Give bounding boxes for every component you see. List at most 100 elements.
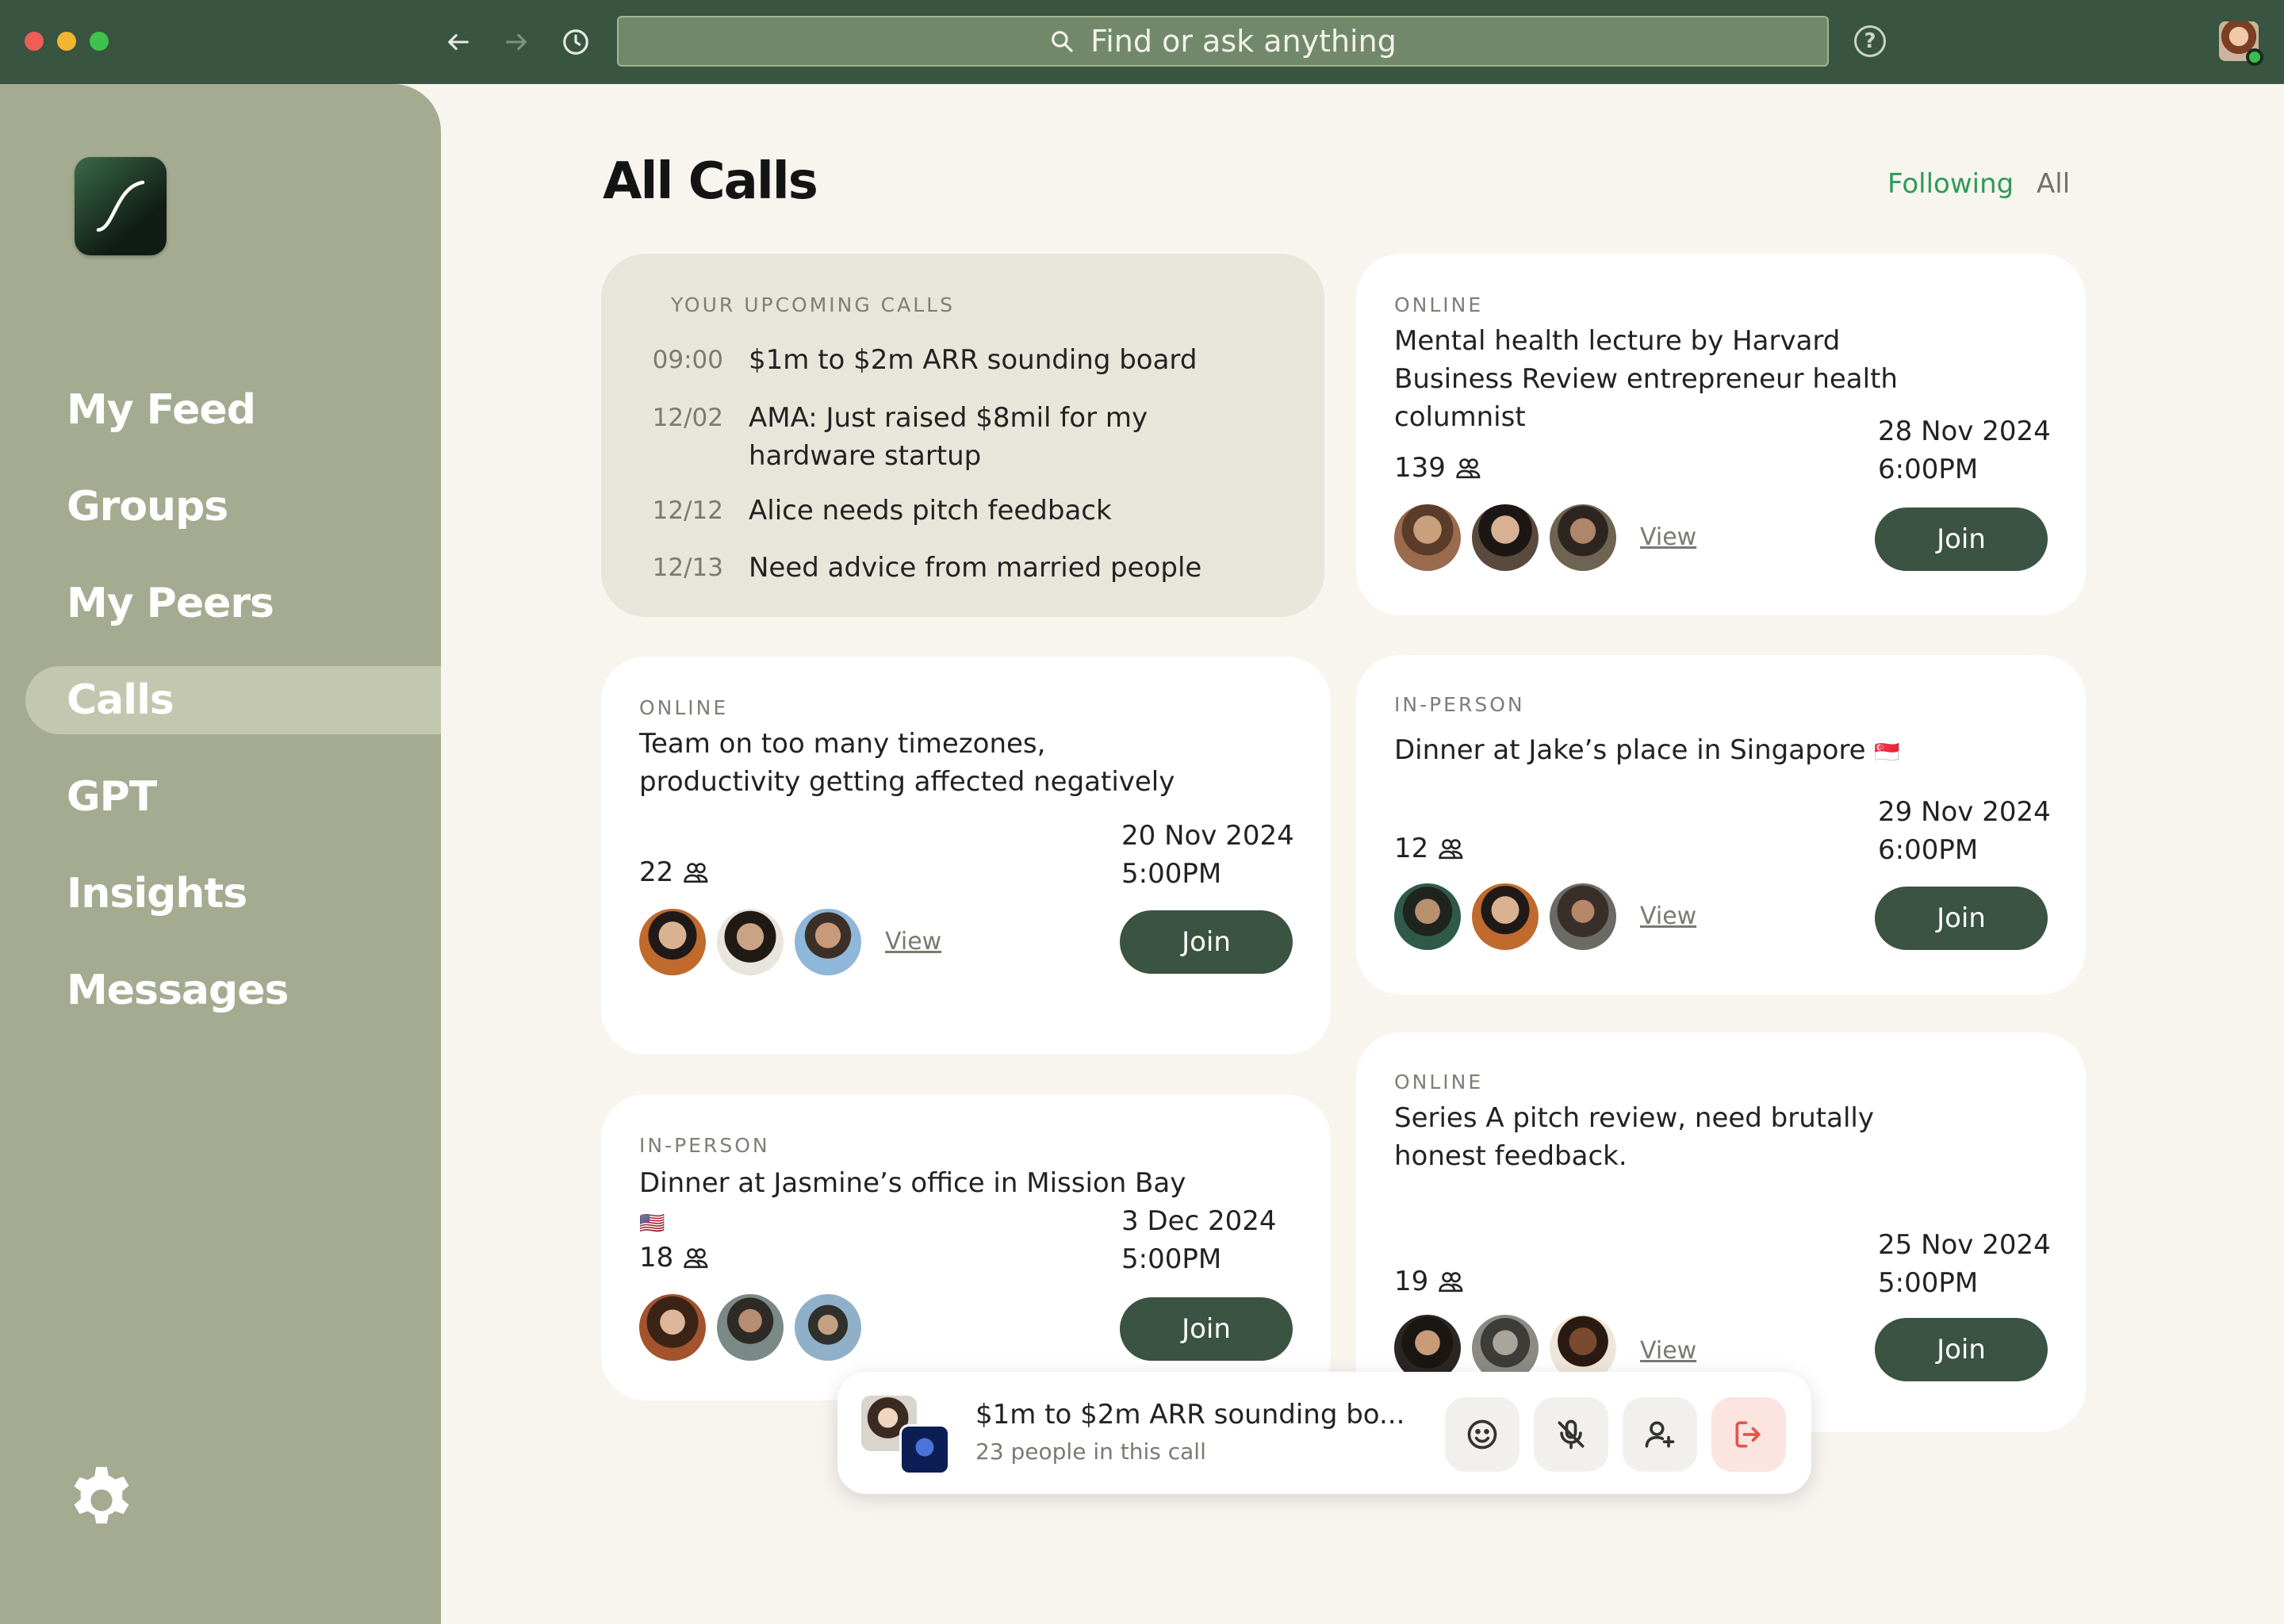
- sidebar-item-label: GPT: [67, 773, 157, 821]
- join-button[interactable]: Join: [1875, 887, 2048, 950]
- mic-off-icon: [1558, 1419, 1585, 1450]
- avatar[interactable]: [1550, 883, 1616, 950]
- attendee-count-value: 139: [1394, 452, 1446, 484]
- sidebar-item-insights[interactable]: Insights: [0, 845, 441, 942]
- call-date: 3 Dec 2024: [1121, 1205, 1277, 1237]
- people-icon: [684, 863, 708, 883]
- upcoming-call-item[interactable]: 12/12 Alice needs pitch feedback: [641, 492, 1275, 530]
- avatar[interactable]: [717, 1294, 784, 1361]
- leave-icon: [1735, 1421, 1761, 1448]
- avatar[interactable]: [717, 909, 784, 975]
- close-window-button[interactable]: [25, 32, 44, 51]
- invite-person-button[interactable]: [1623, 1397, 1697, 1472]
- mute-microphone-button[interactable]: [1534, 1397, 1608, 1472]
- avatar[interactable]: [795, 909, 861, 975]
- attendee-avatars: [1394, 883, 1616, 950]
- join-button[interactable]: Join: [1120, 910, 1293, 974]
- clock-icon: [563, 29, 588, 55]
- search-input[interactable]: Find or ask anything: [617, 16, 1829, 67]
- upcoming-call-item[interactable]: 12/02 AMA: Just raised $8mil for my hard…: [641, 399, 1212, 475]
- sidebar-item-my-peers[interactable]: My Peers: [0, 555, 441, 652]
- call-title-text: Dinner at Jake’s place in Singapore: [1394, 734, 1866, 766]
- call-date: 29 Nov 2024: [1878, 796, 2051, 828]
- avatar[interactable]: [639, 1294, 706, 1361]
- people-icon: [1439, 839, 1463, 860]
- view-link[interactable]: View: [1640, 902, 1696, 930]
- arrow-left-icon: [448, 33, 469, 51]
- forward-button[interactable]: [498, 24, 535, 60]
- upcoming-call-time: 12/02: [652, 404, 723, 432]
- avatar[interactable]: [795, 1294, 861, 1361]
- view-link[interactable]: View: [1640, 523, 1696, 551]
- upcoming-call-title: AMA: Just raised $8mil for my hardware s…: [749, 402, 1148, 472]
- add-person-icon: [1645, 1421, 1675, 1448]
- call-card: ONLINE Mental health lecture by Harvard …: [1356, 254, 2086, 615]
- sidebar-item-my-feed[interactable]: My Feed: [0, 362, 441, 458]
- call-time: 6:00PM: [1878, 454, 1979, 485]
- attendee-count: 22: [639, 856, 710, 888]
- sidebar-item-label: Messages: [67, 967, 289, 1014]
- page-title: All Calls: [603, 152, 818, 211]
- sidebar: My Feed Groups My Peers Calls GPT Insigh…: [0, 84, 441, 1624]
- upcoming-call-item[interactable]: 09:00 $1m to $2m ARR sounding board: [641, 341, 1275, 379]
- join-button[interactable]: Join: [1120, 1297, 1293, 1361]
- call-time: 5:00PM: [1121, 858, 1222, 890]
- back-button[interactable]: [440, 24, 477, 60]
- settings-button[interactable]: [63, 1461, 140, 1537]
- avatar[interactable]: [1394, 504, 1461, 571]
- attendee-count: 18: [639, 1242, 710, 1274]
- avatar[interactable]: [1550, 504, 1616, 571]
- attendee-avatars: [639, 909, 861, 975]
- sidebar-item-groups[interactable]: Groups: [0, 458, 441, 555]
- attendee-avatars: [1394, 504, 1616, 571]
- people-icon: [1456, 458, 1481, 479]
- sidebar-item-gpt[interactable]: GPT: [0, 749, 441, 845]
- filter-all-tab[interactable]: All: [2037, 168, 2070, 200]
- upcoming-call-item[interactable]: 12/13 Need advice from married people: [641, 549, 1275, 587]
- search-placeholder: Find or ask anything: [1090, 24, 1397, 59]
- upcoming-call-time: 12/13: [652, 553, 723, 582]
- call-card: ONLINE Team on too many timezones, produ…: [601, 657, 1331, 1055]
- view-link[interactable]: View: [885, 928, 941, 956]
- call-title: Team on too many timezones, productivity…: [639, 728, 1175, 798]
- minimize-window-button[interactable]: [57, 32, 76, 51]
- sidebar-item-label: Calls: [67, 676, 174, 724]
- logo-curve-icon: [96, 180, 145, 232]
- reaction-button[interactable]: [1445, 1397, 1519, 1472]
- active-call-bar[interactable]: $1m to $2m ARR sounding bo... 23 people …: [837, 1372, 1811, 1494]
- attendee-count: 12: [1394, 833, 1465, 864]
- call-type-tag: IN-PERSON: [1394, 693, 1525, 716]
- sidebar-item-messages[interactable]: Messages: [0, 942, 441, 1039]
- avatar[interactable]: [1472, 504, 1539, 571]
- sidebar-item-label: My Feed: [67, 386, 256, 434]
- view-link[interactable]: View: [1640, 1337, 1696, 1365]
- zoom-window-button[interactable]: [90, 32, 109, 51]
- sidebar-item-calls[interactable]: Calls: [0, 652, 441, 749]
- join-button[interactable]: Join: [1875, 508, 2048, 571]
- filter-following-tab[interactable]: Following: [1887, 168, 2014, 200]
- call-date: 28 Nov 2024: [1878, 416, 2051, 447]
- active-call-participants: 23 people in this call: [975, 1438, 1206, 1465]
- leave-call-button[interactable]: [1711, 1397, 1786, 1472]
- call-thumbnail-secondary: [899, 1424, 950, 1475]
- upcoming-call-title: Alice needs pitch feedback: [749, 495, 1112, 527]
- call-title: Series A pitch review, need brutally hon…: [1394, 1102, 1874, 1172]
- sidebar-nav: My Feed Groups My Peers Calls GPT Insigh…: [0, 362, 441, 1039]
- attendee-count: 139: [1394, 452, 1482, 484]
- search-icon: [1052, 31, 1073, 52]
- history-button[interactable]: [558, 24, 594, 60]
- call-date: 20 Nov 2024: [1121, 820, 1294, 852]
- call-title-text: Dinner at Jasmine’s office in Mission Ba…: [639, 1167, 1186, 1199]
- avatar[interactable]: [1472, 883, 1539, 950]
- call-type-tag: ONLINE: [1394, 293, 1484, 316]
- call-time: 5:00PM: [1121, 1243, 1222, 1275]
- sidebar-item-label: Insights: [67, 870, 247, 917]
- help-button[interactable]: ?: [1854, 25, 1886, 57]
- app-logo[interactable]: [75, 157, 167, 255]
- upcoming-call-time: 09:00: [652, 346, 723, 374]
- join-button[interactable]: Join: [1875, 1318, 2048, 1381]
- avatar[interactable]: [639, 909, 706, 975]
- avatar[interactable]: [1394, 883, 1461, 950]
- attendee-avatars: [639, 1294, 861, 1361]
- upcoming-calls-card: YOUR UPCOMING CALLS 09:00 $1m to $2m ARR…: [601, 254, 1324, 617]
